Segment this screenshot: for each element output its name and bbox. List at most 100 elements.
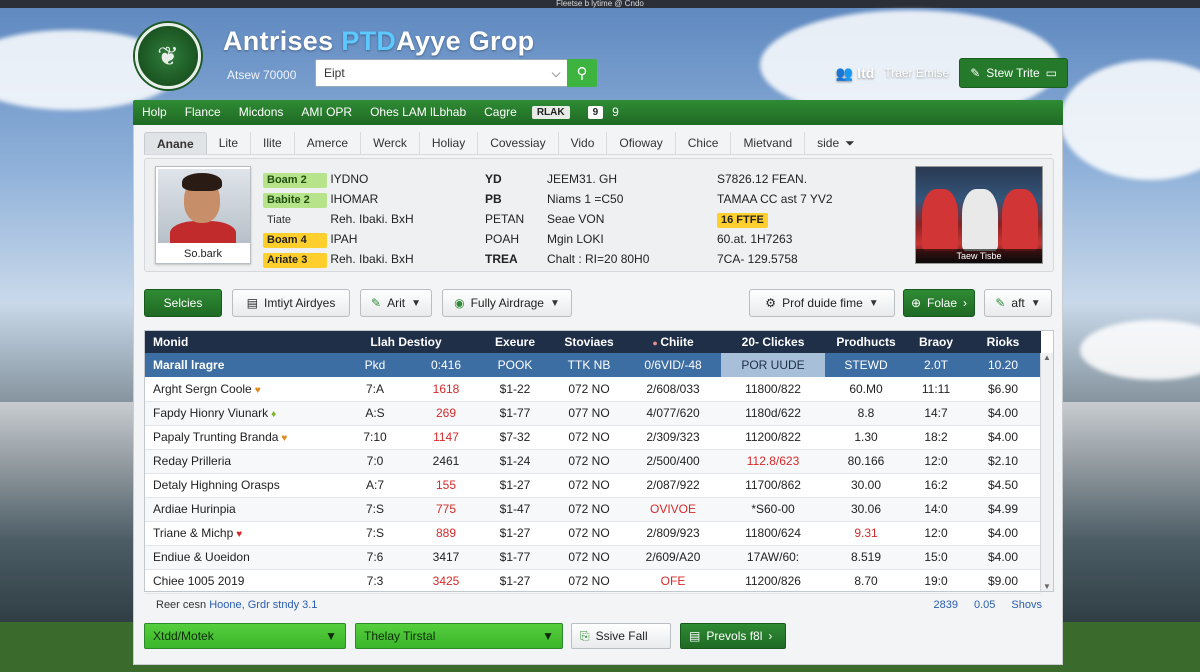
table-cell: $1-22 [477, 377, 554, 402]
bottom-select-2[interactable]: Thelay Tirstal ▼ [355, 623, 563, 649]
column-header[interactable]: Exeure [477, 331, 554, 353]
table-cell: $6.90 [965, 377, 1042, 402]
tab[interactable]: Werck [361, 131, 420, 154]
table-cell: OVIVOE [625, 497, 722, 522]
tab[interactable]: Ofioway [607, 131, 676, 154]
search-input[interactable] [316, 60, 545, 86]
aft-dropdown[interactable]: ✎ aft ▼ [984, 289, 1052, 317]
table-row[interactable]: Fapdy Hionry Viunark ♦ A:S 269 $1-77 077 … [145, 401, 1042, 426]
nav-chip-count[interactable]: 9 [603, 100, 628, 125]
nav-item[interactable]: Micdons [230, 100, 293, 125]
table-row[interactable]: Chiee 1005 2019 7:3 3425 $1-27 072 NO OF… [145, 569, 1042, 594]
column-header[interactable]: Llah Destioy [335, 331, 478, 353]
stadium-stand-left [0, 402, 140, 632]
prof-guide-dropdown[interactable]: ⚙ Prof duide fime ▼ [749, 289, 895, 317]
table-cell: *S60-00 [721, 497, 826, 522]
tab[interactable]: Amerce [295, 131, 362, 154]
fully-airdrage-dropdown[interactable]: ◉ Fully Airdrage ▼ [442, 289, 572, 317]
profile-value: Chalt : RI=20 80H0 [547, 252, 650, 266]
column-header[interactable]: Stoviaes [553, 331, 626, 353]
table-cell: TTK NB [553, 353, 626, 377]
column-header[interactable]: Rioks [965, 331, 1042, 353]
new-item-button[interactable]: ✎ Stew Trite ▭ [959, 58, 1068, 88]
table-cell: 2461 [415, 449, 478, 474]
row-name: Fapdy Hionry Viunark [153, 406, 269, 420]
scroll-down-icon[interactable]: ▼ [1043, 582, 1051, 591]
tab-anane[interactable]: Anane [144, 131, 207, 154]
team-photo[interactable]: Taew Tisbe [915, 166, 1043, 264]
arit-dropdown[interactable]: ✎ Arit ▼ [360, 289, 432, 317]
table-cell: 7:S [335, 521, 415, 546]
scroll-up-icon[interactable]: ▲ [1043, 353, 1051, 362]
chevron-down-icon[interactable]: ⌵ [545, 66, 567, 81]
selcies-button[interactable]: Selcies [144, 289, 222, 317]
table-cell: 16:2 [907, 473, 966, 498]
table-row[interactable]: Reday Prilleria 7:0 2461 $1-24 072 NO 2/… [145, 449, 1042, 474]
chevron-down-icon: ▼ [542, 629, 554, 643]
nav-item[interactable]: Flance [176, 100, 230, 125]
profile-row: POAH Mgin LOKI [485, 229, 715, 249]
profile-row: Ariate 3 Reh. Ibaki. BxH [263, 249, 473, 269]
previous-button[interactable]: ▤ Prevols f8l › [680, 623, 786, 649]
photo-caption: Taew Tisbe [916, 249, 1042, 263]
table-cell: 269 [415, 401, 478, 426]
table-cell: $1-77 [477, 401, 554, 426]
nav-item[interactable]: Ohes LAM lLbhab [361, 100, 475, 125]
avatar[interactable]: So.bark [155, 166, 251, 264]
profile-key: YD [485, 172, 502, 186]
tab[interactable]: Mietvand [731, 131, 806, 154]
row-name: Papaly Trunting Branda [153, 430, 279, 444]
table-row-selected[interactable]: Marall lragre Pkd 0:416 POOK TTK NB 0/6V… [145, 353, 1042, 377]
table-cell: 7:10 [335, 425, 415, 450]
button-label: Ssive Fall [595, 629, 648, 643]
save-file-button[interactable]: ⎘ Ssive Fall [571, 623, 671, 649]
button-label: Selcies [163, 296, 203, 310]
profile-value: Niams 1 =C50 [547, 192, 624, 206]
tab[interactable]: Chice [676, 131, 732, 154]
nav-item[interactable]: Cagre [475, 100, 526, 125]
profile-key: PETAN [485, 212, 525, 226]
tab[interactable]: Holiay [420, 131, 479, 154]
table-cell: Arght Sergn Coole ♥ [145, 377, 335, 402]
table-row[interactable]: Detaly Highning Orasps A:7 155 $1-27 072… [145, 473, 1042, 498]
tab[interactable]: Vido [559, 131, 608, 154]
table-row[interactable]: Papaly Trunting Branda ♥ 7:10 1147 $7-32 … [145, 425, 1042, 450]
column-header[interactable]: Monid [145, 331, 335, 353]
import-button[interactable]: ▤ Imtiyt Airdyes [232, 289, 350, 317]
bottom-select-1[interactable]: Xtdd/Motek ▼ [144, 623, 346, 649]
footer-text: Reer cesn Hoone, Grdr stndy 3.1 [144, 599, 317, 611]
table-row[interactable]: Endiue & Uoeidon 7:6 3417 $1-77 072 NO 2… [145, 545, 1042, 570]
table-cell: 1618 [415, 377, 478, 402]
app-logo-icon: ❦ [135, 23, 201, 89]
heart-icon: ♥ [254, 384, 261, 396]
vertical-scrollbar[interactable]: ▲ ▼ [1040, 353, 1053, 591]
table-row[interactable]: Triane & Michp ♥ 7:S 889 $1-27 072 NO 2/8… [145, 521, 1042, 546]
tab[interactable]: Ilite [251, 131, 295, 154]
show-link[interactable]: Shovs [1011, 599, 1042, 611]
column-header[interactable]: Braoy [907, 331, 966, 353]
table-row[interactable]: Ardiae Hurinpia 7:S 775 $1-47 072 NO OVI… [145, 497, 1042, 522]
table-row[interactable]: Arght Sergn Coole ♥ 7:A 1618 $1-22 072 NO… [145, 377, 1042, 402]
footer-link[interactable]: Hoone, Grdr stndy 3.1 [209, 599, 317, 611]
header-link[interactable]: Traer Emise [884, 66, 949, 80]
column-header[interactable]: Prodhucts [825, 331, 908, 353]
nav-chip[interactable]: 9 [587, 106, 604, 119]
nav-chip[interactable]: RLAK [531, 106, 570, 119]
table-cell: $1-47 [477, 497, 554, 522]
user-menu[interactable]: 👥 Itd [836, 65, 874, 82]
app-window: ❦ Antrises PTDAyye Grop Atsew 70000 ⌵ ⚲ … [133, 8, 1068, 672]
tab[interactable]: Lite [207, 131, 252, 154]
column-header-label: Chiite [660, 335, 694, 349]
tab-side[interactable]: side ⏷ [805, 132, 867, 154]
table-cell: 2/608/033 [625, 377, 722, 402]
table-cell: 0:416 [415, 353, 478, 377]
nav-item[interactable]: Holp [133, 100, 176, 125]
user-icon: 👥 [835, 64, 854, 81]
nav-item[interactable]: AMI OPR [292, 100, 361, 125]
column-header[interactable]: ● Chiite [625, 331, 722, 353]
folae-button[interactable]: ⊕ Folae › [903, 289, 975, 317]
tab[interactable]: Covessiay [478, 131, 559, 154]
column-header[interactable]: 20- Clickes [721, 331, 826, 353]
search-button[interactable]: ⚲ [567, 59, 597, 87]
table-cell: $4.50 [965, 473, 1042, 498]
